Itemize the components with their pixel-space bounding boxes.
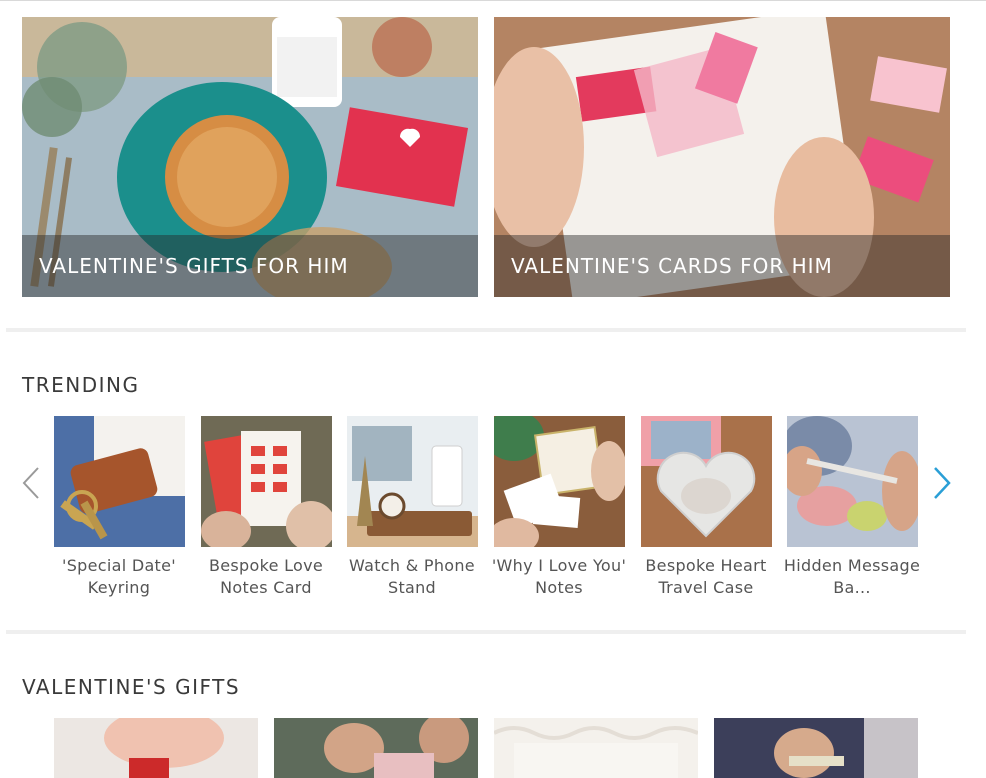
hero-banner-gifts-for-him[interactable]: VALENTINE'S GIFTS FOR HIM [22, 17, 478, 297]
chevron-left-icon [21, 466, 41, 500]
chevron-right-icon [932, 466, 952, 500]
section-title-valentines-gifts: VALENTINE'S GIFTS [22, 675, 241, 699]
product-name: Hidden Message Ba... [783, 556, 921, 597]
product-image [787, 416, 918, 547]
product-card-why-i-love-you-notes[interactable]: 'Why I Love You' Notes [492, 416, 626, 599]
product-name: Bespoke Love Notes Card [208, 556, 324, 597]
product-card-bespoke-heart-travel-case[interactable]: Bespoke Heart Travel Case [641, 416, 772, 599]
section-divider [6, 630, 966, 634]
gift-tile[interactable] [54, 718, 258, 778]
product-image [347, 416, 478, 547]
product-card-bespoke-love-notes-card[interactable]: Bespoke Love Notes Card [201, 416, 332, 599]
product-card-watch-phone-stand[interactable]: Watch & Phone Stand [347, 416, 478, 599]
product-name: 'Why I Love You' Notes [491, 556, 627, 597]
hero-caption: VALENTINE'S GIFTS FOR HIM [22, 235, 478, 297]
gift-tile[interactable] [494, 718, 698, 778]
product-image [201, 416, 332, 547]
carousel-next-button[interactable] [932, 466, 952, 500]
product-card-special-date-keyring[interactable]: 'Special Date' Keyring [54, 416, 185, 599]
product-card-hidden-message-bangle[interactable]: Hidden Message Ba... [784, 416, 920, 599]
gift-tile[interactable] [274, 718, 478, 778]
product-name: Bespoke Heart Travel Case [645, 556, 767, 597]
product-name: Watch & Phone Stand [349, 556, 475, 597]
section-divider [6, 328, 966, 332]
product-name: 'Special Date' Keyring [62, 556, 176, 597]
carousel-prev-button[interactable] [21, 466, 41, 500]
product-image [494, 416, 625, 547]
product-image [54, 416, 185, 547]
gift-tile[interactable] [714, 718, 918, 778]
hero-banner-cards-for-him[interactable]: VALENTINE'S CARDS FOR HIM [494, 17, 950, 297]
hero-caption: VALENTINE'S CARDS FOR HIM [494, 235, 950, 297]
product-image [641, 416, 772, 547]
section-title-trending: TRENDING [22, 373, 140, 397]
top-divider [0, 0, 986, 1]
